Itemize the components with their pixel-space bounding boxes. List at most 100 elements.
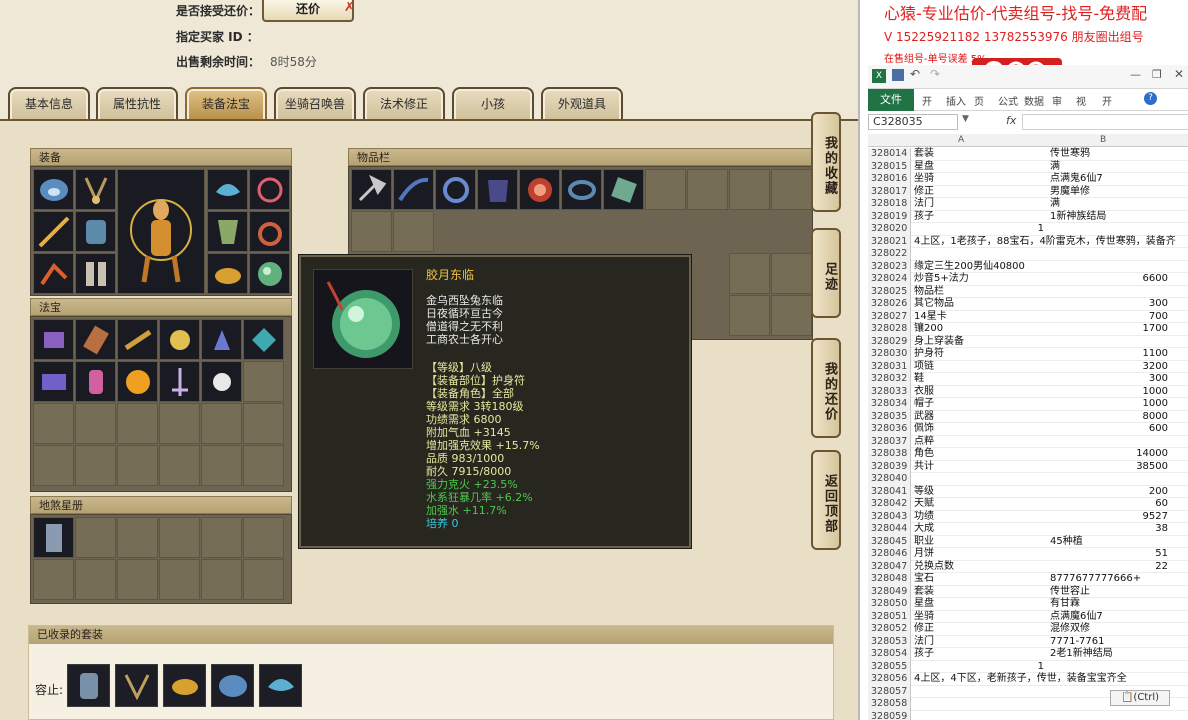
cell-a[interactable]: 月饼	[914, 548, 1049, 561]
inventory-item-armor[interactable]	[477, 169, 518, 210]
cell-b[interactable]: 7771-7761	[1050, 636, 1105, 649]
row-number[interactable]: 328025	[868, 285, 911, 298]
tab-equipment-treasure[interactable]: 装备法宝	[185, 87, 267, 121]
sheet-row[interactable]: 328023 缘定三生200男仙40800	[868, 260, 1188, 273]
row-number[interactable]: 328042	[868, 498, 911, 511]
sheet-row[interactable]: 328026 其它物品 300	[868, 298, 1188, 311]
sheet-row[interactable]: 328054 孩子 2老1新神结局	[868, 648, 1188, 661]
row-number[interactable]: 328048	[868, 573, 911, 586]
sheet-row[interactable]: 328048 宝石 8777677777666+	[868, 573, 1188, 586]
sheet-row[interactable]: 328055 1	[868, 660, 1188, 673]
treasure-item[interactable]	[117, 361, 158, 402]
ribbon-tab-formulas[interactable]: 公式	[998, 93, 1018, 108]
inventory-item-bracelet[interactable]	[561, 169, 602, 210]
row-number[interactable]: 328032	[868, 373, 911, 386]
treasure-slot[interactable]	[243, 445, 284, 486]
row-number[interactable]: 328029	[868, 335, 911, 348]
cell-a[interactable]: 法门	[914, 198, 1049, 211]
ribbon-tab-view[interactable]: 视	[1076, 93, 1086, 108]
sheet-row[interactable]: 328037 点粹	[868, 435, 1188, 449]
treasure-item[interactable]	[75, 319, 116, 360]
sheet-row[interactable]: 328042 天赋 60	[868, 498, 1188, 511]
sheet-row[interactable]: 328043 功绩 9527	[868, 510, 1188, 523]
row-number[interactable]: 328014	[868, 148, 911, 161]
sheet-row[interactable]: 328034 帽子 1000	[868, 398, 1188, 411]
cell-b[interactable]: 14000	[1050, 448, 1168, 461]
treasure-slot[interactable]	[243, 361, 284, 402]
cell-b[interactable]: 8777677777666+	[1050, 573, 1141, 586]
sheet-row[interactable]: 328045 职业 45种植	[868, 535, 1188, 548]
haggle-button[interactable]: 还价	[262, 0, 354, 22]
cell-a[interactable]: 14星卡	[914, 311, 1049, 324]
tab-spell-correction[interactable]: 法术修正	[363, 87, 445, 121]
equipment-slot-bowl[interactable]	[207, 253, 248, 294]
earth-star-slot[interactable]	[75, 559, 116, 600]
sheet-row[interactable]: 328035 武器 8000	[868, 410, 1188, 423]
sheet-row[interactable]: 328059	[868, 710, 1188, 720]
row-number[interactable]: 328045	[868, 535, 911, 548]
cell-b[interactable]: 38	[1050, 523, 1168, 536]
row-number[interactable]: 328026	[868, 298, 911, 311]
earth-star-slot[interactable]	[243, 517, 284, 558]
cell-a[interactable]: 天赋	[914, 498, 1049, 511]
earth-star-item[interactable]	[33, 517, 74, 558]
cell-b[interactable]: 200	[1050, 486, 1168, 499]
row-number[interactable]: 328047	[868, 560, 911, 573]
cell-a[interactable]: 1	[914, 223, 1044, 236]
cell-b[interactable]: 1新神族结局	[1050, 211, 1106, 224]
sheet-row[interactable]: 328018 法门满	[868, 198, 1188, 211]
equipment-slot-amulet[interactable]	[249, 253, 290, 294]
row-number[interactable]: 328031	[868, 360, 911, 373]
help-icon[interactable]: ?	[1144, 92, 1157, 105]
cell-a[interactable]: 衣服	[914, 386, 1049, 399]
suit-item-bowl[interactable]	[163, 664, 206, 707]
cell-b[interactable]: 满	[1050, 161, 1060, 174]
cell-a[interactable]: 炒音5+法力	[914, 273, 1049, 286]
treasure-slot[interactable]	[201, 403, 242, 444]
row-number[interactable]: 328018	[868, 198, 911, 211]
cell-b[interactable]: 混修双修	[1050, 623, 1090, 636]
treasure-slot[interactable]	[201, 445, 242, 486]
row-number[interactable]: 328044	[868, 523, 911, 536]
treasure-item[interactable]	[33, 361, 74, 402]
earth-star-slot[interactable]	[33, 559, 74, 600]
cell-a[interactable]: 护身符	[914, 348, 1049, 361]
ribbon-tab-start[interactable]: 开	[922, 93, 932, 108]
inventory-slot[interactable]	[771, 295, 812, 336]
cell-a[interactable]: 孩子	[914, 648, 1049, 661]
ribbon-tab-insert[interactable]: 插入	[946, 93, 966, 108]
treasure-slot[interactable]	[75, 403, 116, 444]
cell-a[interactable]: 坐骑	[914, 173, 1049, 186]
sheet-row[interactable]: 328039 共计 38500	[868, 460, 1188, 473]
cell-b[interactable]: 22	[1050, 561, 1168, 574]
cell-a[interactable]: 鞋	[914, 373, 1049, 386]
row-number[interactable]: 328036	[868, 423, 911, 436]
equipment-slot-bracelet[interactable]	[249, 169, 290, 210]
treasure-item[interactable]	[201, 361, 242, 402]
row-number[interactable]: 328057	[868, 685, 911, 698]
inventory-slot[interactable]	[687, 169, 728, 210]
cell-a[interactable]: 星盘	[914, 161, 1049, 174]
equipment-slot-boots[interactable]	[75, 253, 116, 294]
cell-a[interactable]: 帽子	[914, 398, 1049, 411]
sheet-row[interactable]: 328052 修正 混修双修	[868, 623, 1188, 636]
row-number[interactable]: 328016	[868, 173, 911, 186]
treasure-item[interactable]	[243, 319, 284, 360]
cell-b[interactable]: 传世容止	[1050, 586, 1090, 599]
footprint-button[interactable]: 足迹	[811, 228, 841, 318]
row-number[interactable]: 328017	[868, 185, 911, 198]
sheet-row[interactable]: 328014 套装 传世寒鸦	[868, 148, 1188, 161]
row-number[interactable]: 328023	[868, 260, 911, 273]
cell-a[interactable]: 点粹	[914, 436, 1049, 449]
inventory-item-axe[interactable]	[351, 169, 392, 210]
sheet-row[interactable]: 328020 1	[868, 223, 1188, 236]
cell-a[interactable]: 项链	[914, 361, 1049, 374]
equipment-slot-weapon[interactable]	[33, 211, 74, 252]
paste-options-button[interactable]: 📋(Ctrl)	[1110, 690, 1170, 706]
tab-children[interactable]: 小孩	[452, 87, 534, 121]
treasure-slot[interactable]	[33, 445, 74, 486]
cell-a[interactable]: 物品栏	[914, 286, 1049, 299]
cell-b[interactable]: 点满鬼6仙7	[1050, 173, 1103, 186]
cell-b[interactable]: 2老1新神结局	[1050, 648, 1113, 661]
inventory-slot[interactable]	[729, 295, 770, 336]
